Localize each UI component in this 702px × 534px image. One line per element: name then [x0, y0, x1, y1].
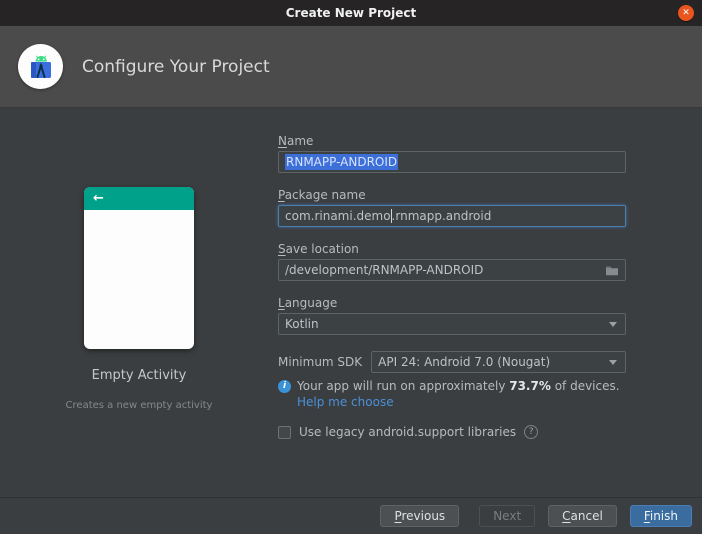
- minimum-sdk-row: Minimum SDK API 24: Android 7.0 (Nougat): [278, 351, 626, 373]
- package-label-mnemonic: P: [278, 188, 285, 202]
- close-button[interactable]: ✕: [678, 5, 694, 21]
- legacy-support-label: Use legacy android.support libraries: [299, 425, 517, 439]
- save-location-label: Save location: [278, 242, 626, 256]
- sdk-info-text: Your app will run on approximately 73.7%…: [297, 379, 620, 393]
- previous-rest: revious: [401, 509, 446, 523]
- back-arrow-icon: ←: [93, 191, 104, 206]
- save-location-value: /development/RNMAPP-ANDROID: [285, 263, 484, 277]
- template-preview-panel: ← Empty Activity Creates a new empty act…: [0, 108, 278, 411]
- android-studio-logo-icon: [30, 55, 51, 78]
- minimum-sdk-selected-value: API 24: Android 7.0 (Nougat): [378, 355, 551, 369]
- language-label: Language: [278, 296, 626, 310]
- legacy-support-checkbox[interactable]: [278, 425, 291, 439]
- chevron-down-icon: [609, 359, 617, 365]
- name-label-rest: ame: [286, 134, 314, 148]
- cancel-rest: ancel: [570, 509, 603, 523]
- info-icon: i: [278, 380, 291, 393]
- page-title: Configure Your Project: [82, 56, 270, 77]
- language-label-rest: anguage: [284, 296, 338, 310]
- dialog-body: ← Empty Activity Creates a new empty act…: [0, 108, 702, 497]
- chevron-down-icon: [609, 321, 617, 327]
- wizard-header: Configure Your Project: [0, 26, 702, 108]
- titlebar: Create New Project ✕: [0, 0, 702, 26]
- package-label-rest: ackage name: [284, 188, 366, 202]
- save-location-label-rest: ave location: [285, 242, 359, 256]
- cancel-mnemonic: C: [562, 509, 571, 523]
- next-button: Next: [479, 505, 536, 527]
- package-name-input[interactable]: com.rinami.demo .rnmapp.android: [278, 205, 626, 227]
- name-label: Name: [278, 134, 626, 148]
- save-location-input[interactable]: /development/RNMAPP-ANDROID: [278, 259, 626, 281]
- template-description: Creates a new empty activity: [65, 400, 213, 411]
- close-icon: ✕: [682, 8, 690, 18]
- language-label-mnemonic: L: [278, 296, 285, 310]
- create-new-project-dialog: Create New Project ✕ Configure Your Proj…: [0, 0, 702, 534]
- package-text-after-caret: .rnmapp.android: [391, 209, 492, 223]
- language-dropdown[interactable]: Kotlin: [278, 313, 626, 335]
- template-name: Empty Activity: [91, 368, 187, 383]
- sdk-info-text-after: of devices.: [550, 379, 620, 393]
- sdk-info-row: i Your app will run on approximately 73.…: [278, 379, 626, 393]
- browse-folder-button[interactable]: [605, 264, 619, 276]
- package-name-label: Package name: [278, 188, 626, 202]
- folder-icon: [606, 266, 618, 276]
- empty-activity-thumbnail: ←: [84, 187, 194, 349]
- name-input-selected-text: RNMAPP-ANDROID: [285, 154, 399, 170]
- name-input[interactable]: RNMAPP-ANDROID: [278, 151, 626, 173]
- window-title: Create New Project: [285, 6, 417, 20]
- finish-rest: inish: [649, 509, 678, 523]
- save-location-label-mnemonic: S: [278, 242, 286, 256]
- name-label-mnemonic: N: [278, 134, 287, 148]
- android-studio-icon: [18, 44, 63, 89]
- project-form: Name RNMAPP-ANDROID Package name com.rin…: [278, 108, 626, 439]
- finish-button[interactable]: Finish: [629, 505, 692, 527]
- minimum-sdk-label: Minimum SDK: [278, 355, 363, 369]
- help-icon[interactable]: ?: [524, 425, 539, 439]
- cancel-button[interactable]: Cancel: [548, 505, 617, 527]
- thumbnail-appbar: ←: [84, 187, 194, 210]
- next-label: Next: [493, 509, 522, 523]
- previous-mnemonic: P: [394, 509, 402, 523]
- package-text-before-caret: com.rinami.demo: [285, 209, 391, 223]
- sdk-info-percent: 73.7%: [509, 379, 551, 393]
- minimum-sdk-dropdown[interactable]: API 24: Android 7.0 (Nougat): [371, 351, 626, 373]
- legacy-support-row: Use legacy android.support libraries ?: [278, 425, 626, 439]
- language-selected-value: Kotlin: [285, 317, 319, 331]
- help-me-choose-link[interactable]: Help me choose: [297, 395, 394, 409]
- sdk-info-text-before: Your app will run on approximately: [297, 379, 510, 393]
- dialog-footer: Previous Next Cancel Finish: [0, 497, 702, 534]
- previous-button[interactable]: Previous: [380, 505, 460, 527]
